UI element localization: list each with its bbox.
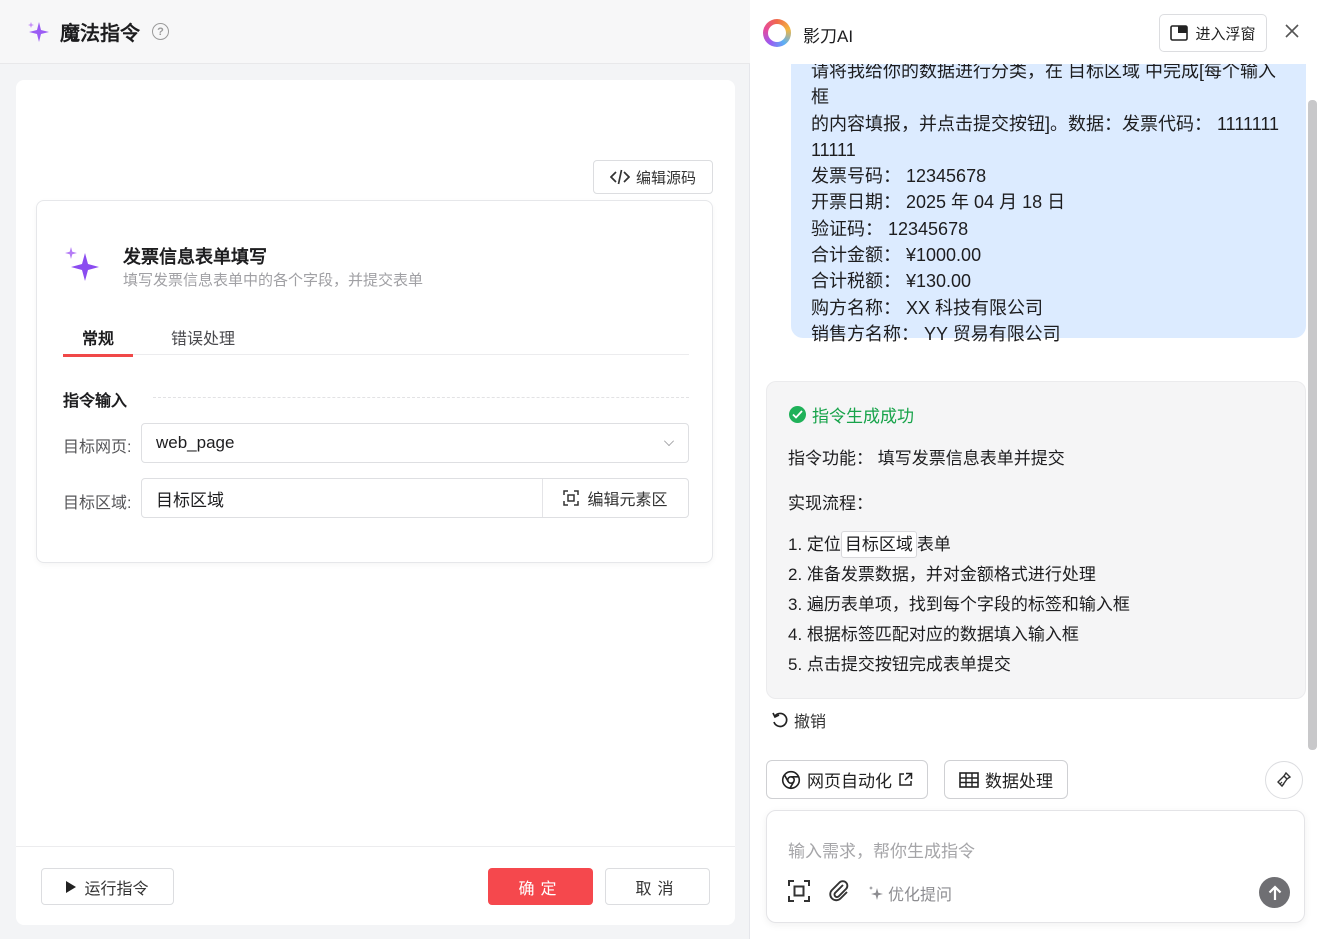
- user-message-bubble: 请将我给你的数据进行分类，在 目标区域 中完成[每个输入框 的内容填报，并点击提…: [791, 30, 1306, 344]
- broom-icon: [1277, 771, 1292, 788]
- float-window-icon: [1170, 25, 1189, 41]
- help-icon[interactable]: ?: [152, 23, 169, 40]
- external-link-icon: [899, 772, 913, 786]
- optimize-prompt-label: 优化提问: [888, 887, 953, 904]
- undo-icon: [772, 712, 788, 728]
- target-page-label: 目标网页:: [63, 439, 132, 456]
- table-icon: [959, 771, 979, 788]
- ai-reply-card: 指令生成成功 指令功能： 填写发票信息表单并提交 实现流程： 1. 定位 目标区域…: [766, 381, 1306, 699]
- ai-assistant-panel: 请将我给你的数据进行分类，在 目标区域 中完成[每个输入框 的内容填报，并点击提…: [751, 0, 1320, 939]
- target-page-select[interactable]: web_page: [141, 423, 689, 463]
- user-message-line: 购方名称： XX 科技有限公司: [811, 297, 1044, 318]
- flow-steps: 1. 定位 目标区域 表单 2. 准备发票数据，并对金额格式进行处理 3. 遍历表单…: [788, 530, 1130, 680]
- clear-chat-button[interactable]: [1265, 761, 1303, 799]
- user-message-line: 合计金额： ¥1000.00: [811, 245, 982, 266]
- target-area-label: 目标区域:: [63, 495, 132, 512]
- yingdao-logo-icon: [763, 19, 791, 47]
- prompt-input-box[interactable]: 输入需求，帮你生成指令 优化提问: [766, 810, 1305, 923]
- user-message-line: 11111: [811, 139, 856, 160]
- user-message-line: 验证码： 12345678: [811, 218, 969, 239]
- panel-header: 魔法指令 ?: [0, 0, 750, 64]
- tab-error-handling[interactable]: 错误处理: [171, 325, 235, 349]
- float-window-button[interactable]: 进入浮窗: [1159, 14, 1267, 52]
- flow-label: 实现流程：: [788, 494, 873, 513]
- user-message-line: 销售方名称： YY 贸易有限公司: [811, 323, 1061, 344]
- success-status-text: 指令生成成功: [812, 407, 914, 426]
- target-area-field[interactable]: 目标区域 编辑元素区: [141, 478, 689, 518]
- send-button[interactable]: [1259, 877, 1290, 908]
- edit-element-button[interactable]: 编辑元素区: [542, 479, 688, 517]
- undo-label: 撤销: [794, 714, 827, 731]
- float-window-label: 进入浮窗: [1195, 25, 1256, 43]
- chat-scrollbar[interactable]: [1308, 100, 1317, 750]
- optimize-prompt-button[interactable]: 优化提问: [868, 881, 952, 905]
- tab-general[interactable]: 常规: [63, 325, 133, 357]
- sparkle-icon: [65, 247, 99, 281]
- edit-element-label: 编辑元素区: [587, 492, 668, 509]
- form-tabs: 常规 错误处理: [63, 317, 689, 357]
- edit-source-button[interactable]: 编辑源码: [593, 160, 713, 194]
- play-icon: [66, 880, 77, 893]
- flow-step: 4. 根据标签匹配对应的数据填入输入框: [788, 625, 1079, 644]
- undo-button[interactable]: 撤销: [771, 708, 826, 732]
- user-message-line: 发票号码： 12345678: [811, 166, 987, 187]
- target-area-tag[interactable]: 目标区域: [840, 531, 917, 558]
- select-area-icon: [563, 490, 580, 506]
- flow-step: 5. 点击提交按钮完成表单提交: [788, 655, 1011, 674]
- chrome-icon: [781, 770, 801, 789]
- user-message-line: 的内容填报，并点击提交按钮]。数据：发票代码： 1111111: [811, 113, 1280, 134]
- editor-card: 编辑源码 发票信息表单填写 填写发票信息表单中的各个字段，并提交表单 常规 错误…: [16, 80, 735, 925]
- edit-source-label: 编辑源码: [635, 169, 696, 187]
- web-automation-chip[interactable]: 网页自动化: [766, 760, 928, 799]
- footer-divider: [16, 846, 735, 847]
- run-command-label: 运行指令: [84, 880, 149, 898]
- panel-title: 魔法指令: [60, 23, 140, 45]
- magic-command-panel: 魔法指令 ? 编辑源码 发票信息表单填写 填写发票信息表单中的各个字段，并提交表…: [0, 0, 750, 939]
- confirm-button[interactable]: 确定: [488, 868, 593, 905]
- section-divider: [153, 397, 689, 398]
- assistant-header: 影刀AI 进入浮窗: [751, 0, 1320, 64]
- command-function: 指令功能： 填写发票信息表单并提交: [788, 449, 1065, 468]
- user-message-line: 合计税额： ¥130.00: [811, 271, 972, 292]
- assistant-title: 影刀AI: [803, 27, 854, 46]
- form-subtitle: 填写发票信息表单中的各个字段，并提交表单: [123, 272, 424, 289]
- target-area-value: 目标区域: [156, 490, 224, 510]
- data-processing-chip[interactable]: 数据处理: [944, 760, 1068, 799]
- step-text: 表单: [916, 535, 951, 554]
- success-status: 指令生成成功: [789, 402, 914, 427]
- arrow-up-icon: [1268, 884, 1281, 900]
- run-command-button[interactable]: 运行指令: [41, 868, 174, 905]
- form-title: 发票信息表单填写: [123, 247, 267, 267]
- flow-step: 3. 遍历表单项，找到每个字段的标签和输入框: [788, 595, 1130, 614]
- attachment-icon[interactable]: [827, 879, 851, 903]
- chevron-down-icon: [664, 436, 674, 446]
- data-processing-label: 数据处理: [985, 772, 1053, 791]
- flow-step: 2. 准备发票数据，并对金额格式进行处理: [788, 565, 1096, 584]
- close-icon[interactable]: [1282, 22, 1302, 42]
- flow-step: 1. 定位 目标区域 表单: [788, 530, 1130, 560]
- check-circle-icon: [789, 406, 806, 423]
- code-icon: [609, 169, 630, 185]
- sparkle-icon: [869, 886, 883, 900]
- web-automation-label: 网页自动化: [807, 772, 892, 791]
- sparkle-icon: [28, 21, 49, 42]
- cancel-button[interactable]: 取消: [605, 868, 710, 905]
- prompt-input[interactable]: 输入需求，帮你生成指令: [788, 837, 975, 862]
- screenshot-icon[interactable]: [787, 879, 811, 903]
- target-page-value: web_page: [156, 433, 235, 452]
- user-message-line: 开票日期： 2025 年 04 月 18 日: [811, 192, 1066, 213]
- form-card: 发票信息表单填写 填写发票信息表单中的各个字段，并提交表单 常规 错误处理 指令…: [36, 200, 713, 563]
- step-text: 1. 定位: [788, 535, 841, 554]
- user-message-line: 请将我给你的数据进行分类，在 目标区域 中完成[每个输入框: [811, 61, 1277, 108]
- section-title: 指令输入: [63, 393, 128, 410]
